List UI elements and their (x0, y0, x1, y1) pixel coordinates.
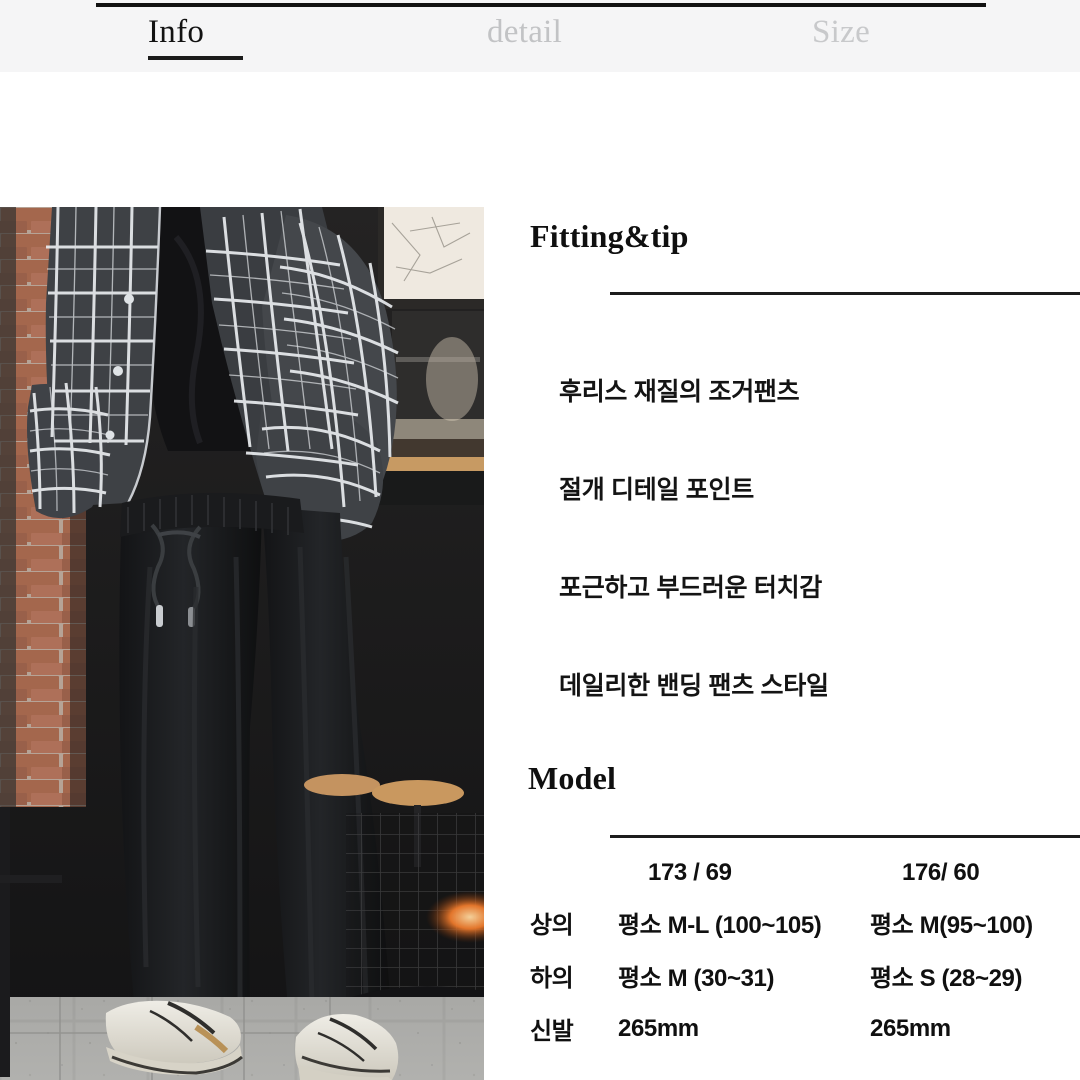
row-bottom-model-a: 평소 M (30~31) (618, 965, 775, 992)
model-header-blank (530, 850, 618, 896)
fitting-tip-item-2: 절개 디테일 포인트 (559, 476, 754, 504)
model-divider (610, 835, 1080, 838)
row-top-model-b: 평소 M(95~100) (870, 912, 1033, 939)
row-label-shoes: 신발 (530, 1018, 574, 1045)
row-label-top: 상의 (530, 912, 574, 939)
fitting-tip-heading: Fitting&tip (530, 218, 689, 254)
row-label-bottom: 하의 (530, 965, 574, 992)
model-heading: Model (528, 760, 617, 796)
tab-bar: Info detail Size (0, 0, 1080, 72)
row-top-model-a: 평소 M-L (100~105) (618, 912, 822, 939)
fitting-tip-item-3: 포근하고 부드러운 터치감 (559, 574, 822, 602)
table-row: 하의 평소 M (30~31) 평소 S (28~29) (530, 949, 1080, 1002)
table-row-header: 173 / 69 176/ 60 (530, 850, 1080, 896)
model-b-spec: 176/ 60 (902, 859, 980, 886)
tab-info[interactable]: Info (148, 14, 204, 51)
row-shoes-model-a: 265mm (618, 1014, 699, 1042)
fitting-tip-item-1: 후리스 재질의 조거팬츠 (559, 378, 800, 406)
model-size-table: 173 / 69 176/ 60 상의 평소 M-L (100~105) 평소 … (530, 850, 1080, 1055)
tab-size[interactable]: Size (812, 14, 870, 51)
row-shoes-model-b: 265mm (870, 1014, 951, 1042)
fitting-tip-divider (610, 292, 1080, 295)
tab-detail[interactable]: detail (487, 14, 562, 51)
content-area: Fitting&tip 후리스 재질의 조거팬츠 절개 디테일 포인트 포근하고… (0, 72, 1080, 1080)
model-a-spec: 173 / 69 (648, 859, 732, 886)
table-row: 신발 265mm 265mm (530, 1002, 1080, 1055)
active-tab-indicator (148, 56, 243, 60)
table-row: 상의 평소 M-L (100~105) 평소 M(95~100) (530, 896, 1080, 949)
fitting-tip-list: 후리스 재질의 조거팬츠 절개 디테일 포인트 포근하고 부드러운 터치감 데일… (559, 372, 1079, 764)
fitting-tip-item-4: 데일리한 밴딩 팬츠 스타일 (559, 672, 829, 700)
row-bottom-model-b: 평소 S (28~29) (870, 965, 1023, 992)
info-panel: Fitting&tip 후리스 재질의 조거팬츠 절개 디테일 포인트 포근하고… (0, 72, 1080, 1080)
tab-list: Info detail Size (0, 0, 1080, 72)
